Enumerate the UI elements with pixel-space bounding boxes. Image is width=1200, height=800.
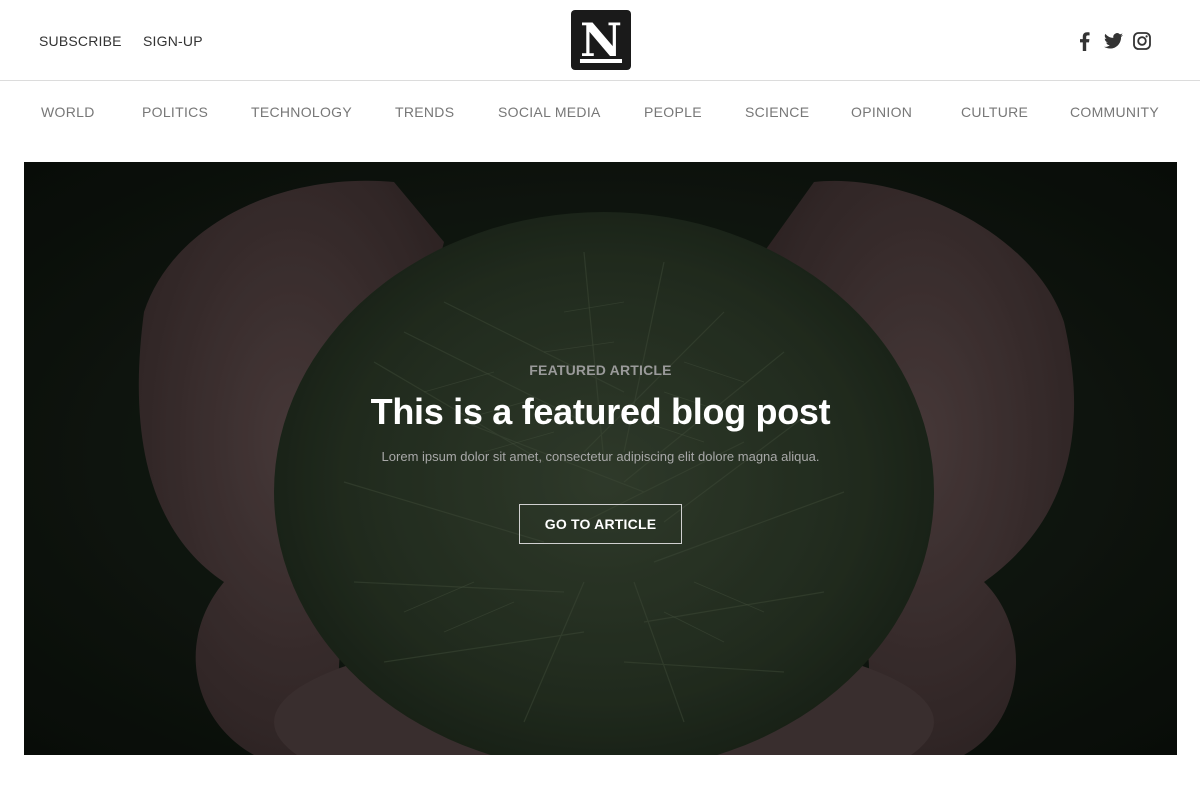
nav-item-people[interactable]: PEOPLE [644,104,702,120]
nav-item-technology[interactable]: TECHNOLOGY [251,104,352,120]
site-logo[interactable]: N [571,10,631,70]
signup-link[interactable]: SIGN-UP [143,33,203,49]
logo-letter: N [579,13,623,67]
twitter-icon[interactable] [1103,31,1123,51]
facebook-icon[interactable] [1074,31,1094,51]
featured-hero: FEATURED ARTICLE This is a featured blog… [24,162,1177,755]
go-to-article-button[interactable]: GO TO ARTICLE [519,504,682,544]
nav-item-trends[interactable]: TRENDS [395,104,454,120]
hero-content: FEATURED ARTICLE This is a featured blog… [24,362,1177,544]
nav-item-politics[interactable]: POLITICS [142,104,208,120]
nav-item-culture[interactable]: CULTURE [961,104,1028,120]
category-nav: WORLD POLITICS TECHNOLOGY TRENDS SOCIAL … [0,81,1200,143]
hero-kicker: FEATURED ARTICLE [529,362,672,378]
instagram-icon[interactable] [1132,31,1152,51]
nav-item-world[interactable]: WORLD [41,104,95,120]
nav-item-community[interactable]: COMMUNITY [1070,104,1159,120]
nav-item-social-media[interactable]: SOCIAL MEDIA [498,104,601,120]
nav-item-opinion[interactable]: OPINION [851,104,912,120]
nav-item-science[interactable]: SCIENCE [745,104,809,120]
subscribe-link[interactable]: SUBSCRIBE [39,33,122,49]
hero-title: This is a featured blog post [370,391,831,432]
hero-description: Lorem ipsum dolor sit amet, consectetur … [381,449,820,464]
top-header: SUBSCRIBE SIGN-UP N [0,0,1200,81]
